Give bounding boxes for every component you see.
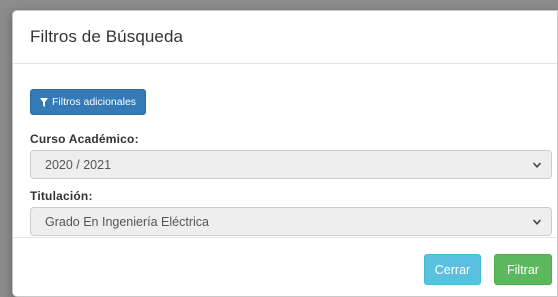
degree-select[interactable]: Grado En Ingeniería Eléctrica [30,207,552,236]
chevron-down-icon [532,162,542,168]
course-select-value: 2020 / 2021 [45,157,112,172]
search-filters-modal: Filtros de Búsqueda Filtros adicionales … [12,10,558,297]
chevron-down-icon [532,219,542,225]
additional-filters-label: Filtros adicionales [52,96,137,108]
degree-label: Titulación: [30,189,93,203]
course-select[interactable]: 2020 / 2021 [30,150,552,179]
modal-footer: Cerrar Filtrar [13,237,557,296]
modal-header: Filtros de Búsqueda [13,11,557,64]
filter-icon [40,97,48,107]
modal-title: Filtros de Búsqueda [30,27,184,46]
additional-filters-button[interactable]: Filtros adicionales [30,89,147,115]
degree-select-value: Grado En Ingeniería Eléctrica [45,214,209,229]
filter-button[interactable]: Filtrar [494,254,552,285]
course-label: Curso Académico: [30,132,139,146]
close-button[interactable]: Cerrar [424,254,481,285]
